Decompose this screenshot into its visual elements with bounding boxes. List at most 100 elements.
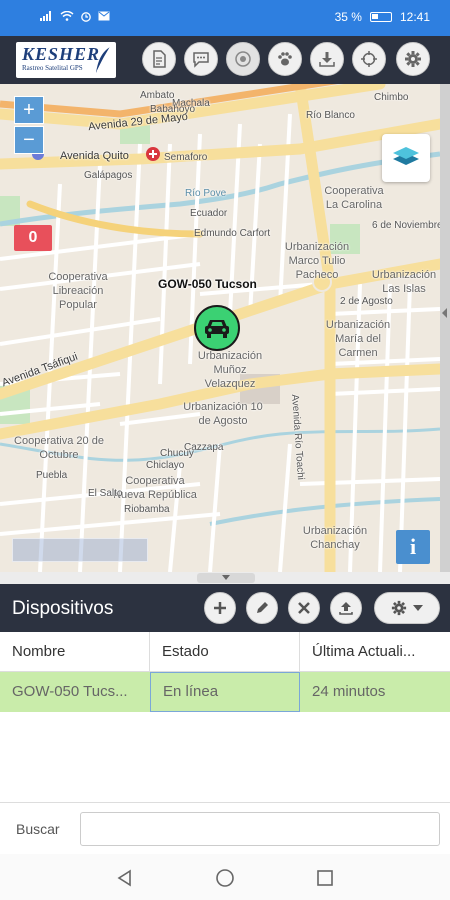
- vehicle-marker[interactable]: [194, 305, 240, 351]
- column-header-ultima-actualizacion[interactable]: Última Actuali...: [300, 632, 450, 672]
- scale-bar: [12, 538, 148, 562]
- map-label: Cooperativa Libreación Popular: [48, 271, 108, 311]
- devices-title: Dispositivos: [12, 598, 114, 619]
- map-label: Urbanización María del Carmen: [325, 319, 391, 359]
- mail-icon: [98, 11, 110, 21]
- info-button[interactable]: i: [396, 530, 430, 564]
- map-label: Riobamba: [124, 504, 170, 515]
- map-label: Ambato: [140, 90, 175, 101]
- crosshair-icon: [361, 51, 377, 67]
- battery-percent: 35 %: [334, 10, 362, 24]
- chat-button[interactable]: [184, 42, 218, 76]
- map-label: Puebla: [36, 470, 68, 481]
- devices-table-header: Nombre Estado Última Actuali...: [0, 632, 450, 672]
- logo-text: KESHER: [22, 44, 101, 64]
- alert-count-badge[interactable]: 0: [14, 225, 52, 251]
- column-header-nombre[interactable]: Nombre: [0, 632, 150, 672]
- cell-estado[interactable]: En línea: [150, 672, 300, 712]
- gear-icon: [391, 600, 407, 616]
- download-icon: [319, 52, 335, 67]
- map-label: Río Pove: [185, 188, 227, 199]
- kesher-logo: KESHER Rastreo Satelital GPS: [16, 42, 116, 78]
- collapse-map-button[interactable]: [197, 573, 255, 583]
- map-label: 2 de Agosto: [340, 296, 393, 307]
- map-label: Chucuy: [160, 448, 194, 459]
- back-icon: [117, 869, 131, 887]
- map-label: Urbanización Las Islas: [371, 269, 437, 295]
- upload-button[interactable]: [330, 592, 362, 624]
- locate-button[interactable]: [352, 42, 386, 76]
- home-icon: [216, 869, 234, 887]
- map-label: Cooperativa La Carolina: [324, 185, 384, 211]
- layers-button[interactable]: [382, 134, 430, 182]
- battery-icon: [369, 12, 392, 22]
- map-view[interactable]: Avenida 29 de Mayo Avenida Quito Semafor…: [0, 84, 440, 572]
- map-label: Ecuador: [190, 208, 228, 219]
- map-label: Edmundo Carfort: [194, 228, 271, 239]
- report-icon: [153, 50, 166, 68]
- cell-nombre[interactable]: GOW-050 Tucs...: [0, 672, 150, 712]
- map-label: Cooperativa 20 de Octubre: [14, 435, 104, 461]
- app-root: 35 % 12:41 KESHER Rastreo Satelital GPS: [0, 0, 450, 900]
- search-label: Buscar: [16, 821, 60, 837]
- devices-header: Dispositivos: [0, 584, 450, 632]
- recents-button[interactable]: [313, 866, 337, 890]
- download-button[interactable]: [310, 42, 344, 76]
- add-device-button[interactable]: [204, 592, 236, 624]
- layers-icon: [393, 147, 419, 165]
- zoom-out-button[interactable]: −: [14, 126, 44, 154]
- gear-icon: [405, 51, 421, 67]
- status-icons-right: 35 % 12:41: [335, 10, 430, 24]
- close-icon: [298, 602, 310, 614]
- device-settings-dropdown[interactable]: [374, 592, 440, 624]
- pet-button[interactable]: [268, 42, 302, 76]
- map-label: Urbanización Chanchay: [302, 525, 368, 551]
- table-row[interactable]: GOW-050 Tucs... En línea 24 minutos: [0, 672, 450, 712]
- system-nav-bar: [0, 854, 450, 900]
- zoom-in-button[interactable]: +: [14, 96, 44, 124]
- target-icon: [235, 51, 251, 67]
- search-bar: Buscar: [0, 802, 450, 854]
- vehicle-label: GOW-050 Tucson: [158, 277, 257, 291]
- status-bar: 35 % 12:41: [0, 0, 450, 36]
- map-label: Cooperativa Nueva República: [113, 475, 197, 501]
- pencil-icon: [257, 602, 268, 613]
- map-label: Avenida Quito: [60, 150, 129, 162]
- caret-down-icon: [413, 605, 423, 611]
- back-button[interactable]: [113, 866, 137, 890]
- upload-icon: [339, 602, 353, 615]
- side-panel-handle[interactable]: [440, 84, 450, 572]
- map-label: Babahoyo: [150, 104, 196, 115]
- logo-subtitle: Rastreo Satelital GPS: [22, 64, 83, 72]
- search-input[interactable]: [80, 812, 440, 846]
- map-label: Chimbo: [374, 92, 409, 103]
- map-label: Galápagos: [84, 170, 133, 181]
- feather-icon: [96, 46, 111, 73]
- settings-button[interactable]: [396, 42, 430, 76]
- column-header-estado[interactable]: Estado: [150, 632, 300, 672]
- report-button[interactable]: [142, 42, 176, 76]
- map-label: Urbanización Muñoz Velazquez: [197, 350, 263, 390]
- chat-icon: [193, 52, 209, 68]
- map-label: Semaforo: [164, 152, 208, 163]
- map-label: Río Blanco: [306, 110, 355, 121]
- plus-icon: [214, 602, 226, 614]
- status-icons-left: [40, 10, 110, 22]
- chevron-left-icon: [442, 308, 447, 318]
- map-label: 6 de Noviembre: [372, 220, 440, 231]
- cell-ultima-actualizacion[interactable]: 24 minutos: [300, 672, 450, 712]
- wifi-icon: [60, 11, 74, 21]
- map-label: El Salto: [88, 488, 123, 499]
- home-button[interactable]: [213, 866, 237, 890]
- follow-button[interactable]: [226, 42, 260, 76]
- delete-device-button[interactable]: [288, 592, 320, 624]
- clock: 12:41: [399, 10, 430, 24]
- recents-icon: [317, 870, 333, 886]
- map-label: Urbanización Marco Tulio Pacheco: [284, 241, 350, 281]
- edit-device-button[interactable]: [246, 592, 278, 624]
- map-label: Urbanización 10 de Agosto: [183, 401, 263, 427]
- map-label: Chiclayo: [146, 460, 185, 471]
- signal-icon: [40, 11, 51, 21]
- alarm-icon: [81, 12, 91, 22]
- car-icon: [205, 320, 229, 338]
